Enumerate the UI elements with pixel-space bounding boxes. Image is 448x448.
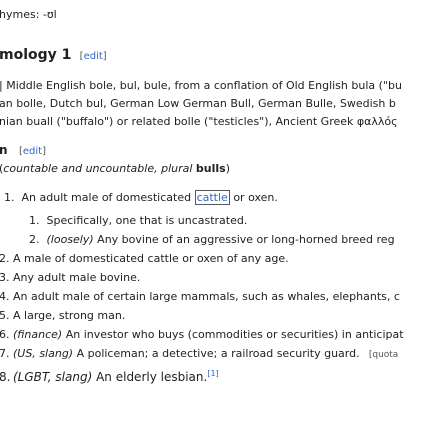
cattle-link[interactable]: cattle <box>194 190 230 205</box>
noun-label: countable and uncountable, plural <box>3 162 193 175</box>
etymology-line-2: an bolle, Dutch bul, German Low German B… <box>0 97 396 110</box>
noun-edit-link[interactable]: edit <box>23 146 42 157</box>
rhymes-label: hymes: <box>0 8 40 21</box>
quotations-toggle[interactable]: [quota <box>369 350 398 360</box>
sense-label: (finance) <box>13 328 63 341</box>
subsense-item: 2. (loosely) Any bovine of an aggressive… <box>29 233 395 246</box>
noun-title: n <box>0 143 8 157</box>
sense-item: 3. Any adult male bovine. <box>0 271 141 284</box>
subsense-item: 1. Specifically, one that is uncastrated… <box>29 214 248 227</box>
sense-item: 8. (LGBT, slang) An elderly lesbian.[1] <box>0 369 219 384</box>
etymology-heading: mology 1 [edit] <box>0 47 107 63</box>
rhymes-value: -ʊl <box>42 8 57 21</box>
footnote-ref[interactable]: [1] <box>207 369 218 378</box>
sense-item: 1. An adult male of domesticated cattle … <box>4 190 278 205</box>
noun-heading: n [edit] <box>0 143 47 157</box>
sense-item: 4. An adult male of certain large mammals… <box>0 290 400 303</box>
sense-label: (LGBT, slang) <box>13 370 93 384</box>
sense-item: 6. (finance) An investor who buys (commod… <box>0 328 404 341</box>
etymology-line-1: | Middle English bole, bul, bule, from a… <box>0 79 402 92</box>
sense-item: 7. (US, slang) A policeman; a detective; … <box>0 347 399 360</box>
noun-inflection: (countable and uncountable, plural bulls… <box>0 162 231 175</box>
etymology-title: mology 1 <box>0 47 72 63</box>
sense-item: 2. A male of domesticated cattle or oxen … <box>0 252 289 265</box>
etymology-edit-link[interactable]: edit <box>84 51 103 62</box>
rhymes-line: hymes: -ʊl <box>0 8 57 21</box>
plural-form: bulls <box>195 162 226 175</box>
etymology-line-3: nian buall ("buffalo") or related bolle … <box>0 115 398 128</box>
sense-label: (loosely) <box>46 233 94 246</box>
sense-label: (US, slang) <box>13 347 74 360</box>
sense-item: 5. A large, strong man. <box>0 309 126 322</box>
